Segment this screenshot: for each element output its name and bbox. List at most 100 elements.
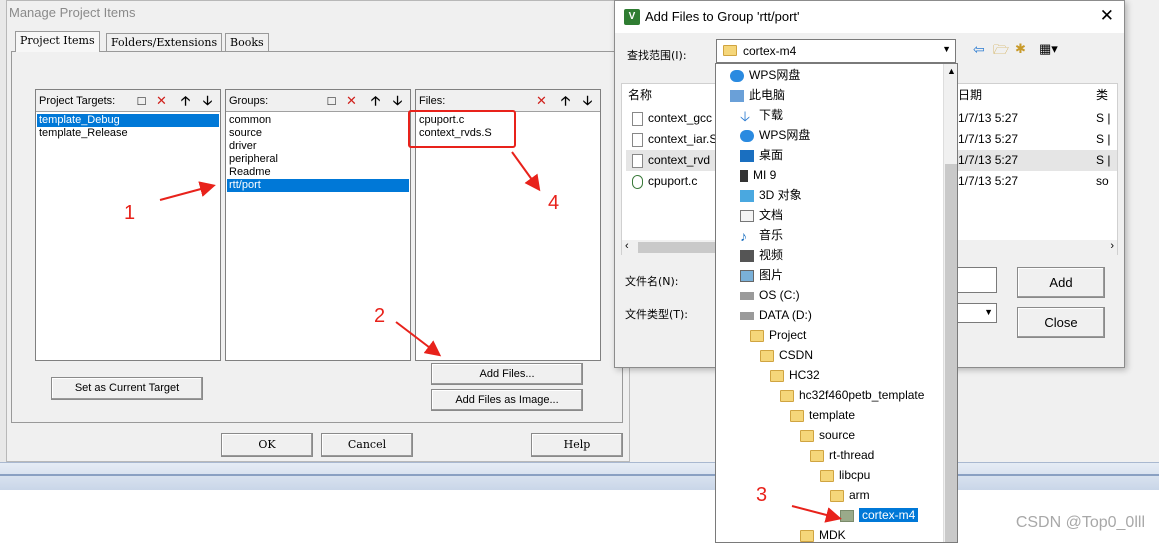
look-in-combo[interactable]: cortex-m4 ▼ [716,39,956,63]
chevron-up-icon[interactable]: ▲ [947,66,956,76]
dropdown-item[interactable]: 此电脑 [730,85,785,105]
up-folder-icon[interactable]: 🗁 [993,41,1009,63]
watermark: CSDN @Top0_0lll [1015,514,1145,531]
tab-project-items[interactable]: Project Items [15,31,100,52]
desktop-icon [740,149,754,162]
cancel-button[interactable]: Cancel [321,433,413,457]
view-menu-icon[interactable]: ▦▾ [1039,41,1058,57]
list-item[interactable]: Readme [227,166,409,179]
list-item[interactable]: peripheral [227,153,409,166]
annotation-number: 2 [374,305,386,327]
dropdown-item[interactable]: 视频 [740,245,783,265]
dropdown-item[interactable]: DATA (D:) [740,305,812,325]
dropdown-item[interactable]: arm [830,485,870,505]
taskbar-band [0,462,1159,490]
scrollbar-thumb[interactable] [945,164,957,542]
move-down-icon[interactable]: 🡣 [199,92,216,109]
dropdown-item[interactable]: rt-thread [810,445,874,465]
dropdown-item[interactable]: CSDN [760,345,813,365]
look-in-dropdown: WPS网盘 此电脑 🡣 下载 WPS网盘 桌面 MI 9 3D 对象 文档 ♪ 音乐… [715,63,958,543]
dropdown-item[interactable]: MDK [800,525,846,542]
column-date[interactable]: 日期 [958,84,982,106]
dropdown-item[interactable]: template [790,405,855,425]
tab-books[interactable]: Books [225,33,269,51]
close-button[interactable]: Close [1017,307,1105,338]
set-current-target-button[interactable]: Set as Current Target [51,377,203,400]
list-item[interactable]: template_Release [37,127,219,140]
file-date: 1/7/13 5:27 [958,132,1019,146]
move-down-icon[interactable]: 🡣 [389,92,406,109]
dropdown-item[interactable]: 文档 [740,205,783,225]
dropdown-item[interactable]: WPS网盘 [730,65,800,85]
new-item-icon[interactable]: □ [133,92,150,109]
chevron-down-icon[interactable]: ▼ [942,44,951,54]
dropdown-item[interactable]: 🡣 下载 [740,105,783,125]
filename-label: 文件名(N): [625,275,679,288]
dropdown-item[interactable]: WPS网盘 [740,125,810,145]
file-type: so [1096,174,1109,188]
dropdown-item[interactable]: source [800,425,855,445]
dropdown-item[interactable]: Project [750,325,806,345]
vertical-scrollbar[interactable]: ▲ [943,64,957,542]
tab-folders-extensions[interactable]: Folders/Extensions [106,33,223,51]
item-label: MDK [819,528,846,542]
videos-icon [740,249,754,262]
item-label: CSDN [779,348,814,362]
delete-icon[interactable]: ✕ [343,92,360,109]
dropdown-item[interactable]: MI 9 [740,165,776,185]
dropdown-item[interactable]: HC32 [770,365,820,385]
computer-icon [730,89,744,102]
item-label: WPS网盘 [749,68,801,82]
folder-icon [750,329,764,342]
add-files-button[interactable]: Add Files... [431,363,583,385]
open-folder-icon [840,509,854,522]
back-icon[interactable]: ⇦ [973,41,985,58]
column-name[interactable]: 名称 [628,84,652,106]
file-date: 1/7/13 5:27 [958,111,1019,125]
dropdown-item[interactable]: ♪ 音乐 [740,225,783,245]
chevron-left-icon[interactable]: ‹ [625,240,629,252]
close-icon[interactable]: ✕ [1100,6,1114,26]
item-label: 文档 [759,208,784,222]
ok-button[interactable]: OK [221,433,313,457]
move-up-icon[interactable]: 🡡 [177,92,194,109]
new-group-icon[interactable]: □ [323,92,340,109]
project-targets-panel: Project Targets: □ ✕ 🡡 🡣 template_Debug … [35,89,221,361]
highlight-box [408,110,516,148]
music-icon: ♪ [740,227,747,244]
item-label: libcpu [839,468,871,482]
move-up-icon[interactable]: 🡡 [367,92,384,109]
column-type[interactable]: 类 [1096,84,1108,106]
list-item[interactable]: source [227,127,409,140]
dropdown-item[interactable]: 图片 [740,265,783,285]
file-icon [632,111,643,126]
targets-list: template_Debug template_Release [37,114,219,140]
list-item[interactable]: template_Debug [37,114,219,127]
dropdown-item[interactable]: 桌面 [740,145,783,165]
dropdown-item[interactable]: libcpu [820,465,870,485]
add-button[interactable]: Add [1017,267,1105,298]
chevron-down-icon[interactable]: ▼ [984,307,993,317]
folder-icon [800,429,814,442]
new-folder-icon[interactable]: ✱ [1015,41,1026,57]
dropdown-item[interactable]: hc32f460petb_template [780,385,924,405]
filetype-label: 文件类型(T): [625,308,689,321]
dropdown-item[interactable]: 3D 对象 [740,185,802,205]
delete-icon[interactable]: ✕ [533,92,550,109]
dropdown-item-selected[interactable]: cortex-m4 [840,505,919,525]
add-files-as-image-button[interactable]: Add Files as Image... [431,389,583,411]
list-item[interactable]: rtt/port [227,179,409,192]
move-down-icon[interactable]: 🡣 [579,92,596,109]
list-item[interactable]: common [227,114,409,127]
list-item[interactable]: driver [227,140,409,153]
annotation-number: 4 [548,192,560,214]
delete-icon[interactable]: ✕ [153,92,170,109]
chevron-right-icon[interactable]: › [1110,240,1114,252]
item-label: rt-thread [829,448,875,462]
file-name: context_iar.S [648,132,718,146]
dropdown-item[interactable]: OS (C:) [740,285,800,305]
help-button[interactable]: Help [531,433,623,457]
files-panel: Files: ✕ 🡡 🡣 cpuport.c context_rvds.S [408,89,601,361]
move-up-icon[interactable]: 🡡 [557,92,574,109]
item-label: MI 9 [753,168,777,182]
